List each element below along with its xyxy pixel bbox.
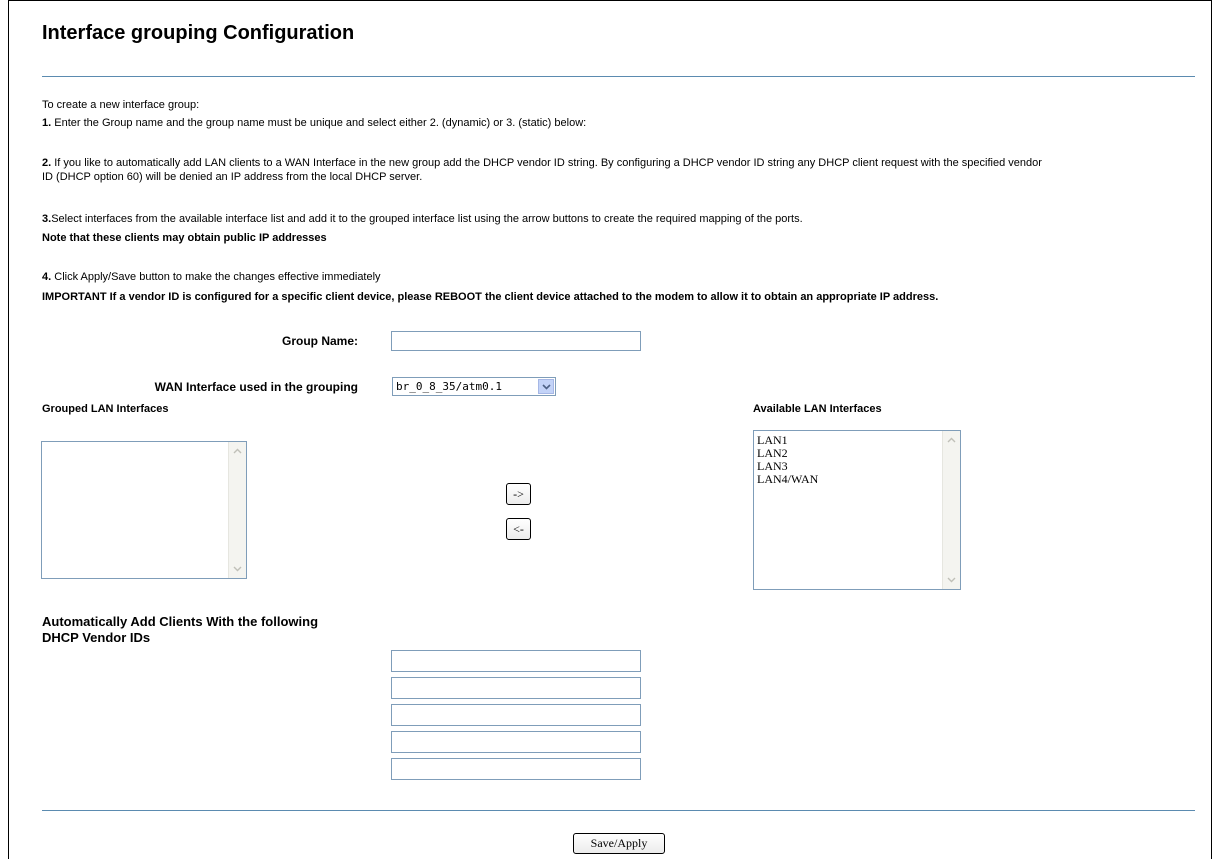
step3-body: Select interfaces from the available int… — [51, 213, 803, 225]
vendor-ids-heading: Automatically Add Clients With the follo… — [42, 614, 318, 646]
page-title: Interface grouping Configuration — [42, 22, 355, 44]
group-name-label: Group Name: — [281, 334, 358, 348]
vendor-id-input-2[interactable] — [391, 677, 641, 699]
vendor-id-input-3[interactable] — [391, 704, 641, 726]
top-divider — [42, 76, 1195, 77]
save-apply-button[interactable]: Save/Apply — [573, 833, 665, 854]
step3-text: 3.Select interfaces from the available i… — [42, 212, 803, 226]
bottom-divider — [42, 810, 1195, 811]
step3-number: 3. — [42, 213, 52, 225]
note-text: Note that these clients may obtain publi… — [42, 232, 327, 244]
step4-text: 4. Click Apply/Save button to make the c… — [42, 270, 381, 284]
step2-body-line1: If you like to automatically add LAN cli… — [51, 157, 1042, 169]
intro-text: To create a new interface group: — [42, 99, 200, 111]
vendor-heading-line1: Automatically Add Clients With the follo… — [42, 614, 319, 629]
important-text: IMPORTANT If a vendor ID is configured f… — [42, 291, 939, 303]
chevron-down-icon[interactable] — [538, 379, 554, 394]
step2-body-line2: ID (DHCP option 60) will be denied an IP… — [42, 171, 423, 183]
scroll-up-icon[interactable] — [945, 434, 957, 446]
step4-number: 4. — [42, 271, 52, 283]
grouped-lan-listbox[interactable] — [41, 441, 247, 579]
vendor-id-input-1[interactable] — [391, 650, 641, 672]
available-scrollbar[interactable] — [942, 431, 960, 589]
group-name-input[interactable] — [391, 331, 641, 351]
vendor-id-input-5[interactable] — [391, 758, 641, 780]
scroll-down-icon[interactable] — [945, 574, 957, 586]
list-item[interactable]: LAN4/WAN — [757, 473, 960, 486]
step1-text: 1. Enter the Group name and the group na… — [42, 116, 586, 130]
step2-number: 2. — [42, 157, 52, 169]
step1-number: 1. — [42, 117, 52, 129]
step2-text: 2. If you like to automatically add LAN … — [42, 156, 1192, 184]
vendor-id-input-4[interactable] — [391, 731, 641, 753]
wan-interface-select[interactable]: br_0_8_35/atm0.1 — [392, 377, 556, 396]
wan-interface-selected: br_0_8_35/atm0.1 — [396, 380, 502, 393]
scroll-down-icon[interactable] — [231, 563, 243, 575]
step4-body: Click Apply/Save button to make the chan… — [51, 271, 381, 283]
wan-interface-label: WAN Interface used in the grouping — [154, 380, 358, 394]
vendor-heading-line2: DHCP Vendor IDs — [42, 630, 151, 645]
grouped-lan-label: Grouped LAN Interfaces — [42, 403, 169, 415]
step1-body: Enter the Group name and the group name … — [51, 117, 587, 129]
grouped-scrollbar[interactable] — [228, 442, 246, 578]
available-lan-listbox[interactable]: LAN1 LAN2 LAN3 LAN4/WAN — [753, 430, 961, 590]
move-left-button[interactable]: <- — [506, 518, 531, 540]
move-right-button[interactable]: -> — [506, 483, 531, 505]
available-lan-label: Available LAN Interfaces — [753, 403, 882, 415]
scroll-up-icon[interactable] — [231, 445, 243, 457]
